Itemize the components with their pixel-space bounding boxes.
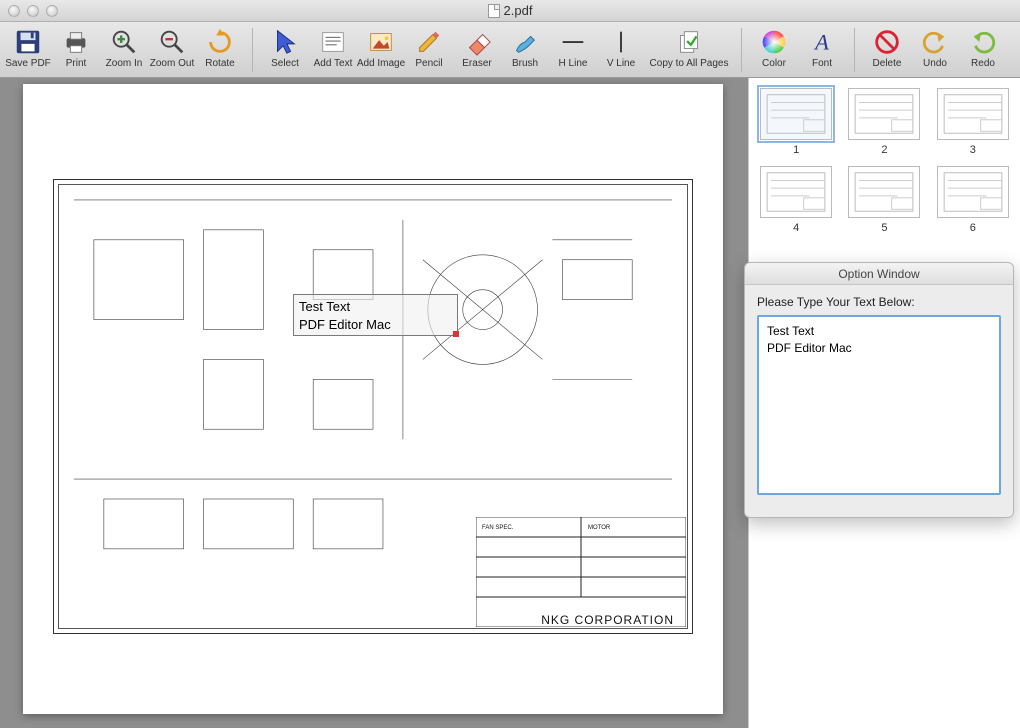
zoom-out-button[interactable]: Zoom Out [148,25,196,75]
brush-icon [510,27,540,57]
printer-icon [61,27,91,57]
document-icon [488,4,500,18]
thumbnail[interactable]: 3 [936,88,1010,156]
annotation-line-1: Test Text [299,298,452,316]
h-line-icon [558,27,588,57]
add-text-button[interactable]: Add Text [309,25,357,75]
canvas-area[interactable]: FAN SPEC. MOTOR NKG CORPORATION Test Tex… [0,78,748,728]
zoom-window-button[interactable] [46,5,58,17]
thumbnail-image[interactable] [760,88,832,140]
floppy-icon [13,27,43,57]
h-line-button[interactable]: H Line [549,25,597,75]
copy-all-icon [674,27,704,57]
thumbnail-label: 1 [793,144,799,156]
v-line-button[interactable]: V Line [597,25,645,75]
brush-button[interactable]: Brush [501,25,549,75]
pencil-icon [414,27,444,57]
copy-all-pages-button[interactable]: Copy to All Pages [645,25,733,75]
font-button[interactable]: A Font [798,25,846,75]
eraser-icon [462,27,492,57]
thumbnail[interactable]: 1 [759,88,833,156]
toolbar-separator [252,28,253,72]
toolbar: Save PDF Print Zoom In Zoom Out Rotate [0,22,1020,78]
minimize-window-button[interactable] [27,5,39,17]
toolbar-separator [854,28,855,72]
option-window-title: Option Window [745,263,1013,285]
v-line-icon [606,27,636,57]
color-button[interactable]: Color [750,25,798,75]
thumbnail-image[interactable] [848,88,920,140]
delete-icon [872,27,902,57]
redo-button[interactable]: Redo [959,25,1007,75]
undo-button[interactable]: Undo [911,25,959,75]
thumbnail-label: 5 [881,222,887,234]
print-button[interactable]: Print [52,25,100,75]
close-window-button[interactable] [8,5,20,17]
undo-icon [920,27,950,57]
zoom-out-icon [157,27,187,57]
corporation-label: NKG CORPORATION [541,613,674,627]
resize-handle[interactable] [453,331,459,337]
delete-button[interactable]: Delete [863,25,911,75]
pencil-button[interactable]: Pencil [405,25,453,75]
rotate-icon [205,27,235,57]
text-lines-icon [318,27,348,57]
thumbnail-image[interactable] [937,166,1009,218]
thumbnail[interactable]: 2 [847,88,921,156]
thumbnail[interactable]: 5 [847,166,921,234]
option-window-prompt: Please Type Your Text Below: [757,295,1001,309]
thumbnail-label: 6 [970,222,976,234]
text-annotation[interactable]: Test Text PDF Editor Mac [293,294,458,336]
thumbnail[interactable]: 4 [759,166,833,234]
thumbnail-label: 3 [970,144,976,156]
window-title: 2.pdf [0,3,1020,18]
thumbnail-image[interactable] [848,166,920,218]
svg-text:FAN SPEC.: FAN SPEC. [482,525,514,531]
select-button[interactable]: Select [261,25,309,75]
add-image-button[interactable]: Add Image [357,25,405,75]
cursor-icon [270,27,300,57]
title-block: FAN SPEC. MOTOR [476,517,686,627]
save-pdf-button[interactable]: Save PDF [4,25,52,75]
zoom-in-button[interactable]: Zoom In [100,25,148,75]
thumbnail[interactable]: 6 [936,166,1010,234]
annotation-line-2: PDF Editor Mac [299,316,452,334]
zoom-in-icon [109,27,139,57]
option-window[interactable]: Option Window Please Type Your Text Belo… [744,262,1014,518]
toolbar-separator [741,28,742,72]
font-icon: A [807,27,837,57]
svg-text:A: A [813,29,829,54]
thumbnail-image[interactable] [937,88,1009,140]
titlebar: 2.pdf [0,0,1020,22]
drawing-frame: FAN SPEC. MOTOR NKG CORPORATION [53,179,693,634]
window-title-text: 2.pdf [504,3,533,18]
option-text-input[interactable] [757,315,1001,495]
pdf-page[interactable]: FAN SPEC. MOTOR NKG CORPORATION Test Tex… [23,84,723,714]
thumbnail-label: 4 [793,222,799,234]
rotate-button[interactable]: Rotate [196,25,244,75]
thumbnail-label: 2 [881,144,887,156]
color-wheel-icon [759,27,789,57]
svg-text:MOTOR: MOTOR [588,525,611,531]
thumbnail-image[interactable] [760,166,832,218]
image-icon [366,27,396,57]
window-controls [8,5,58,17]
redo-icon [968,27,998,57]
eraser-button[interactable]: Eraser [453,25,501,75]
